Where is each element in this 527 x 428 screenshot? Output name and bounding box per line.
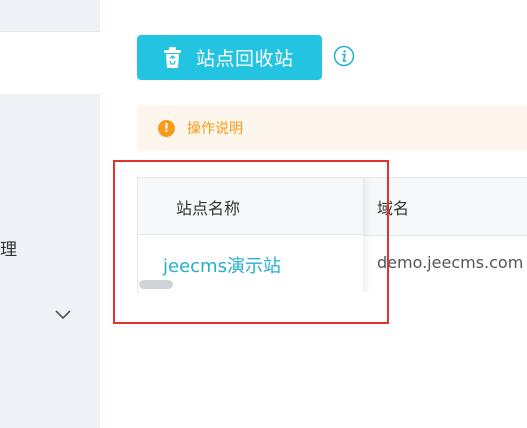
- warning-icon: !: [158, 119, 175, 137]
- site-domain: demo.jeecms.com: [377, 253, 524, 272]
- operation-notice: ! 操作说明: [137, 105, 527, 151]
- recycle-button-label: 站点回收站: [196, 48, 294, 70]
- recycle-bin-icon: [164, 46, 181, 68]
- site-recycle-bin-button[interactable]: 站点回收站: [137, 35, 322, 80]
- sidebar-item-manage[interactable]: 管理: [0, 238, 28, 262]
- notice-text[interactable]: 操作说明: [187, 118, 243, 138]
- sidebar: 管理: [0, 0, 100, 428]
- info-icon[interactable]: [333, 45, 355, 67]
- chevron-down-icon[interactable]: [54, 309, 72, 321]
- sidebar-item-label: 管理: [0, 240, 17, 260]
- highlight-box: [113, 160, 389, 324]
- sidebar-active-item[interactable]: [0, 31, 100, 94]
